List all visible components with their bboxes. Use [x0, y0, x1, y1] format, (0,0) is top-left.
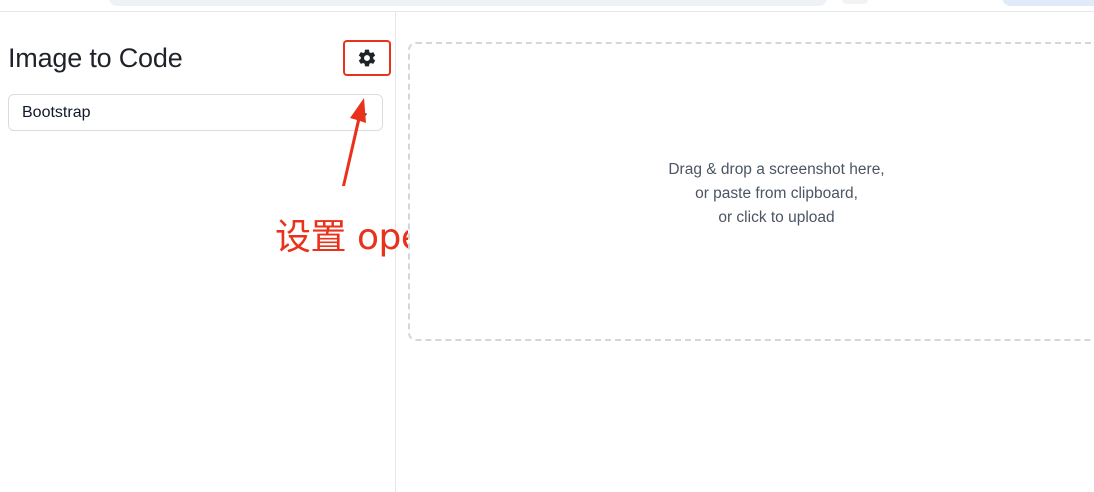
- dropzone-line: or click to upload: [718, 209, 835, 226]
- page-title: Image to Code: [8, 43, 183, 73]
- browser-top-bar: [0, 0, 1094, 12]
- upload-dropzone[interactable]: Drag & drop a screenshot here, or paste …: [408, 42, 1094, 341]
- framework-select[interactable]: Bootstrap: [8, 94, 383, 131]
- dropzone-line: or paste from clipboard,: [695, 185, 858, 202]
- dropzone-line: Drag & drop a screenshot here,: [668, 161, 885, 178]
- dropzone-message: Drag & drop a screenshot here, or paste …: [410, 158, 1094, 230]
- address-bar[interactable]: [108, 0, 828, 6]
- settings-button[interactable]: [343, 40, 391, 76]
- annotation-arrow-icon: [342, 98, 366, 186]
- framework-select-value: Bootstrap: [22, 103, 91, 121]
- gear-icon: [357, 48, 377, 68]
- page: Image to Code Bootstrap 设置 openai api ke…: [0, 0, 1094, 492]
- toolbar-chip[interactable]: [842, 0, 868, 4]
- toolbar-pill-button[interactable]: [1002, 0, 1094, 6]
